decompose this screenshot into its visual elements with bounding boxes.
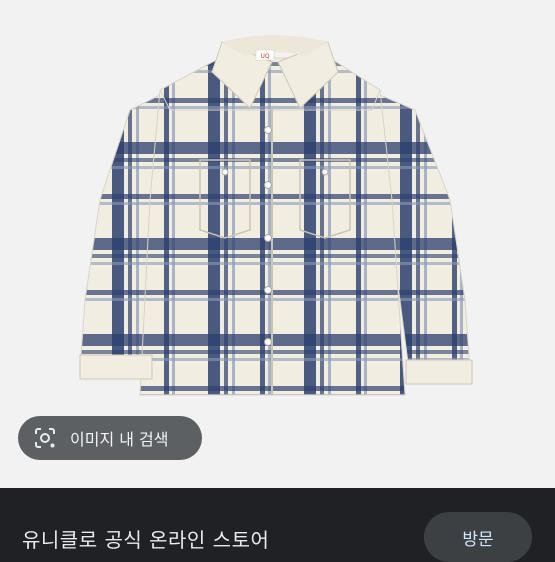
search-in-image-button[interactable]: 이미지 내 검색 xyxy=(18,416,202,460)
plaid-shirt-image: UQ xyxy=(79,35,473,396)
product-image[interactable]: UQ xyxy=(0,0,555,488)
store-title[interactable]: 유니클로 공식 온라인 스토어 xyxy=(22,524,269,553)
lens-search-icon xyxy=(32,425,58,451)
brand-tag: UQ xyxy=(260,53,269,60)
search-in-image-label: 이미지 내 검색 xyxy=(70,430,169,449)
